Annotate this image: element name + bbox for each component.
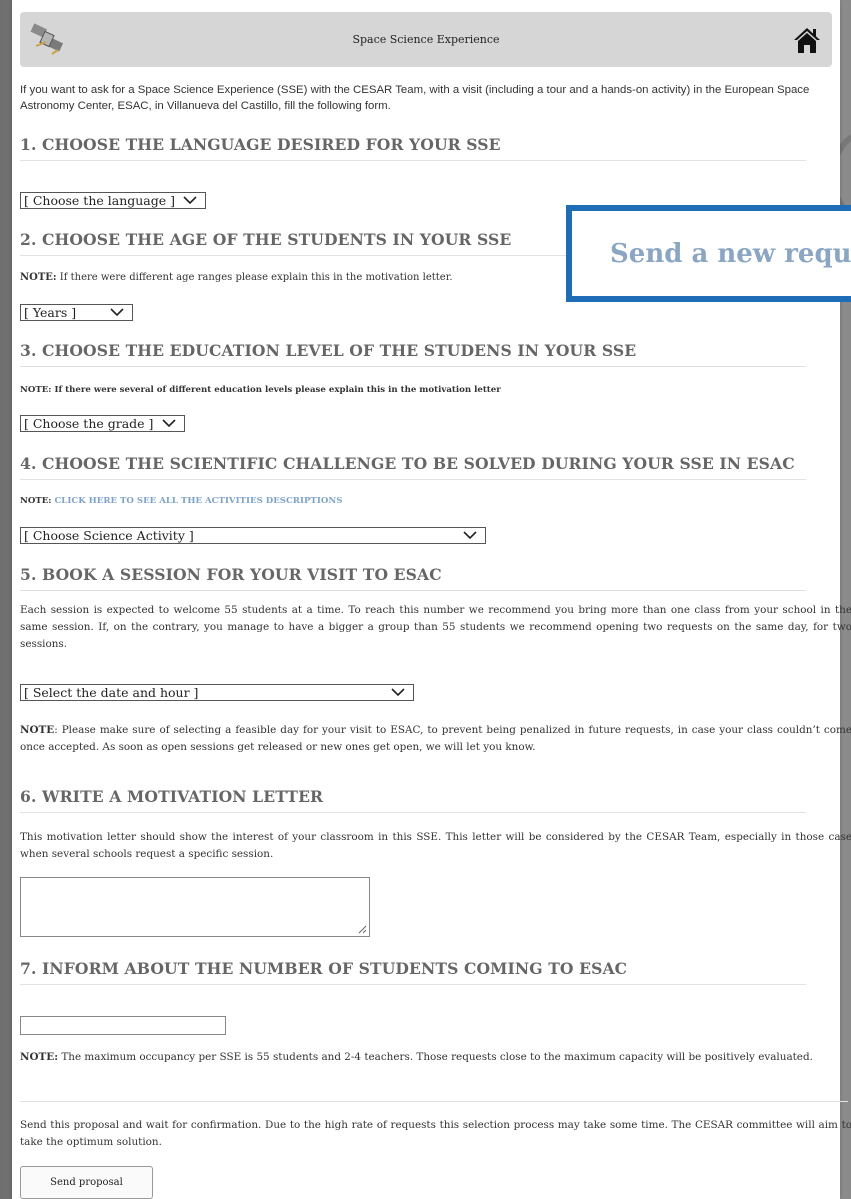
chevron-down-icon (110, 308, 124, 317)
note-text: If there were different age ranges pleas… (56, 272, 453, 283)
chevron-down-icon (183, 196, 197, 205)
activities-descriptions-link[interactable]: CLICK HERE TO SEE ALL THE ACTIVITIES DES… (51, 496, 342, 506)
chevron-down-icon (162, 419, 176, 428)
home-icon[interactable] (792, 25, 822, 55)
section-heading-students: 7. INFORM ABOUT THE NUMBER OF STUDENTS C… (20, 959, 806, 985)
session-paragraph: Each session is expected to welcome 55 s… (20, 604, 851, 650)
intro-text: If you want to ask for a Space Science E… (20, 84, 810, 112)
years-select-value: [ Years ] (24, 305, 77, 320)
section-heading-language: 1. CHOOSE THE LANGUAGE DESIRED FOR YOUR … (20, 135, 806, 161)
divider (20, 1101, 848, 1102)
closing-paragraph: Send this proposal and wait for confirma… (20, 1119, 851, 1148)
note-text: : Please make sure of selecting a feasib… (20, 724, 851, 753)
date-hour-select[interactable]: [ Select the date and hour ] (20, 684, 414, 701)
years-select[interactable]: [ Years ] (20, 304, 133, 321)
note-label: NOTE: (20, 1051, 59, 1063)
send-proposal-button[interactable]: Send proposal (20, 1166, 153, 1199)
resize-grip-icon[interactable] (357, 924, 367, 934)
chevron-down-icon (463, 531, 477, 540)
grade-select[interactable]: [ Choose the grade ] (20, 415, 185, 432)
grade-select-value: [ Choose the grade ] (24, 416, 154, 431)
chevron-down-icon (391, 688, 405, 697)
form-page: Space Science Experience If you want to … (12, 0, 851, 1199)
section-heading-session: 5. BOOK A SESSION FOR YOUR VISIT TO ESAC (20, 565, 806, 591)
note-label: NOTE (20, 724, 55, 736)
language-select-value: [ Choose the language ] (24, 193, 176, 208)
motivation-paragraph: This motivation letter should show the i… (20, 831, 851, 860)
note-label: NOTE: (20, 496, 52, 506)
date-hour-select-value: [ Select the date and hour ] (24, 685, 199, 700)
page-title: Space Science Experience (352, 33, 500, 46)
education-note: NOTE: If there were several of different… (20, 385, 501, 395)
age-note: NOTE: If there were different age ranges… (20, 272, 453, 283)
session-note: NOTE: Please make sure of selecting a fe… (20, 722, 851, 756)
note-label: NOTE: (20, 272, 57, 283)
section-heading-motivation: 6. WRITE A MOTIVATION LETTER (20, 787, 806, 813)
challenge-note: NOTE: CLICK HERE TO SEE ALL THE ACTIVITI… (20, 496, 342, 506)
new-request-callout[interactable]: Send a new request (566, 205, 851, 302)
section-heading-challenge: 4. CHOOSE THE SCIENTIFIC CHALLENGE TO BE… (20, 454, 806, 480)
section-heading-education: 3. CHOOSE THE EDUCATION LEVEL OF THE STU… (20, 341, 806, 367)
page-header: Space Science Experience (20, 12, 832, 67)
science-activity-select[interactable]: [ Choose Science Activity ] (20, 527, 486, 544)
motivation-letter-textarea[interactable] (20, 877, 370, 937)
students-number-input[interactable] (20, 1016, 226, 1035)
language-select[interactable]: [ Choose the language ] (20, 192, 206, 209)
note-text: The maximum occupancy per SSE is 55 stud… (58, 1051, 813, 1063)
science-activity-select-value: [ Choose Science Activity ] (24, 528, 194, 543)
students-note: NOTE: The maximum occupancy per SSE is 5… (20, 1049, 851, 1066)
new-request-callout-text: Send a new request (610, 239, 851, 269)
